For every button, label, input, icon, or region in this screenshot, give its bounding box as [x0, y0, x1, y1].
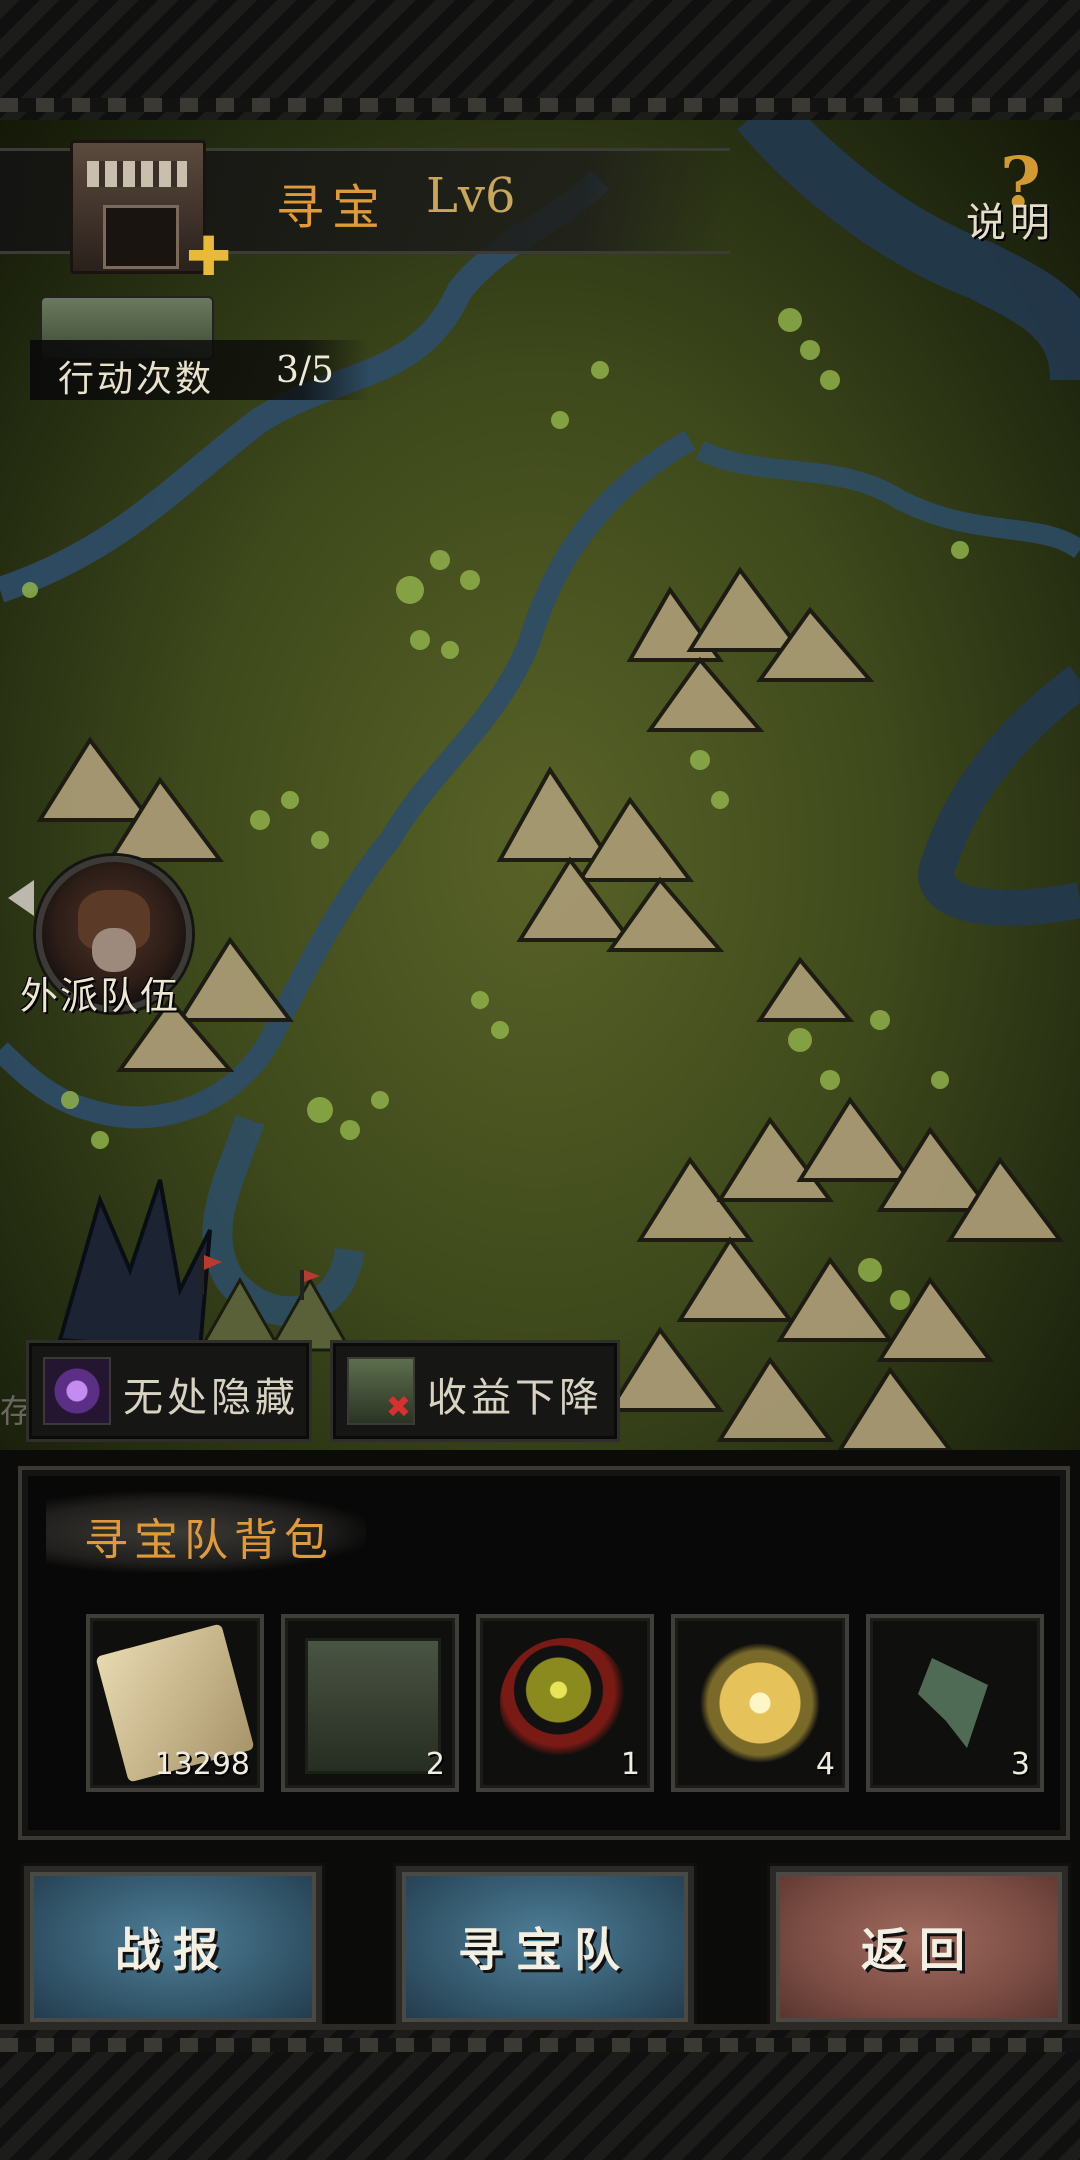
- crate-icon: [305, 1638, 441, 1774]
- top-frame: [0, 0, 1080, 126]
- backpack-slot-crystal[interactable]: 4: [671, 1614, 849, 1792]
- item-count: 2: [425, 1747, 445, 1782]
- backpack-slot-orb[interactable]: 1: [476, 1614, 654, 1792]
- effect-label: 无处隐藏: [123, 1375, 299, 1421]
- backpack-slot-scroll[interactable]: 13298: [86, 1614, 264, 1792]
- bottom-frame: [0, 2024, 1080, 2160]
- orb-icon: [500, 1638, 630, 1768]
- page-title: 寻宝: [276, 180, 389, 236]
- backpack-slot-crate[interactable]: 2: [281, 1614, 459, 1792]
- action-count-label: 行动次数: [58, 359, 215, 400]
- battle-report-button[interactable]: 战报: [24, 1866, 322, 2028]
- treasure-team-button[interactable]: 寻宝队: [396, 1866, 694, 2028]
- item-count: 13298: [154, 1747, 250, 1782]
- plus-icon[interactable]: ✚: [186, 230, 231, 284]
- help-button[interactable]: ? 说明: [950, 148, 1070, 248]
- item-count: 4: [815, 1747, 835, 1782]
- shard-icon: [918, 1658, 988, 1748]
- squad-label[interactable]: 外派队伍: [20, 965, 180, 1020]
- item-count: 3: [1010, 1747, 1030, 1782]
- level-label: Lv6: [426, 168, 516, 224]
- effect-badge-income-down[interactable]: 收益下降: [330, 1340, 620, 1442]
- money-down-icon: [347, 1357, 415, 1425]
- squad-direction-arrow-icon: [8, 880, 34, 916]
- crystal-icon: [695, 1638, 825, 1768]
- item-count: 1: [620, 1747, 640, 1782]
- eye-icon: [43, 1357, 111, 1425]
- effect-label: 收益下降: [427, 1375, 603, 1421]
- backpack-slot-shard[interactable]: 3: [866, 1614, 1044, 1792]
- help-label: 说明: [966, 200, 1054, 246]
- action-count-value: 3/5: [276, 350, 334, 391]
- backpack-title: 寻宝队背包: [84, 1515, 334, 1566]
- back-button[interactable]: 返回: [770, 1866, 1068, 2028]
- effect-badge-hidden[interactable]: 无处隐藏: [26, 1340, 312, 1442]
